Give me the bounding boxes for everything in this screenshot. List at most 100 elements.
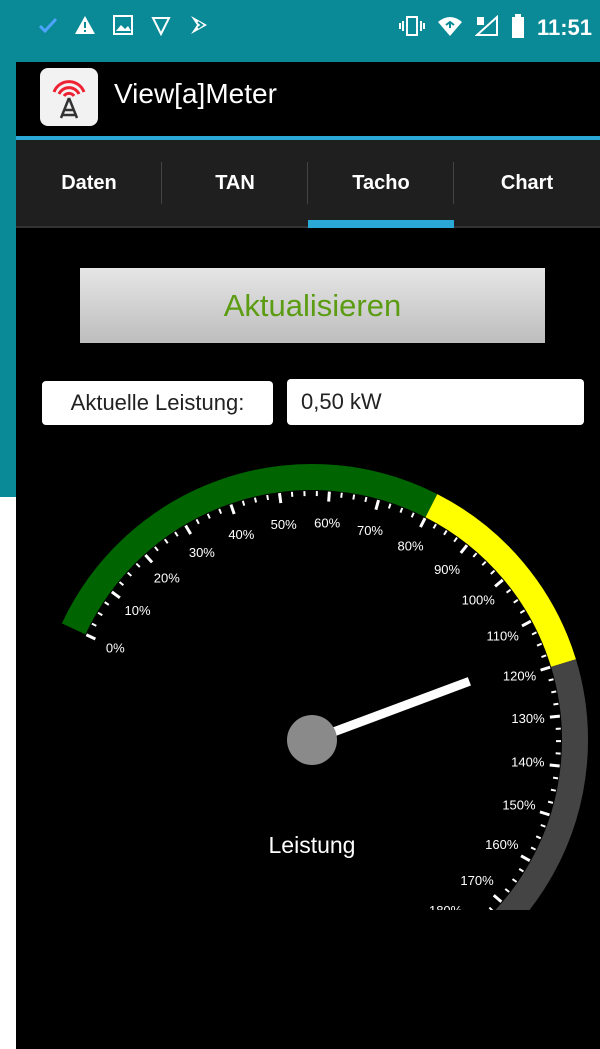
gauge-tick — [549, 763, 560, 768]
flag-icon — [188, 14, 210, 40]
gauge-tick-label: 50% — [271, 517, 297, 532]
gauge-tick — [364, 496, 368, 503]
gauge-tick-label: 160% — [485, 837, 519, 852]
gauge-tick — [419, 517, 427, 528]
signal-icon — [474, 14, 499, 41]
gauge-tick — [481, 560, 487, 566]
update-button[interactable]: Aktualisieren — [80, 268, 545, 343]
shield-icon — [150, 14, 172, 40]
gauge-hub — [287, 715, 337, 765]
tab-label: Tacho — [352, 171, 410, 194]
gauge-tick — [91, 622, 97, 627]
gauge-tick — [174, 531, 179, 537]
power-label: Aktuelle Leistung: — [42, 381, 273, 425]
gauge-tick — [432, 523, 437, 529]
gauge-tick — [494, 578, 504, 588]
gauge-tick — [519, 609, 526, 614]
gauge-needle — [310, 677, 471, 745]
gauge-tick — [540, 824, 546, 828]
gauge-tick-label: 30% — [189, 545, 215, 560]
status-bar: 11:51 — [16, 0, 600, 62]
gauge-tick — [547, 800, 554, 804]
gauge-tick — [505, 588, 512, 594]
image-icon — [112, 14, 134, 40]
gauge-tick — [548, 678, 554, 682]
gauge-tick-label: 10% — [125, 603, 151, 618]
gauge-tick-label: 130% — [511, 711, 545, 726]
gauge-tick — [387, 503, 392, 509]
gauge-tick-label: 80% — [398, 539, 424, 554]
tab-label: Chart — [500, 171, 554, 194]
phone-screen: 11:51 View[a]Meter Daten TAN Tacho Chart… — [16, 0, 600, 1049]
vibrate-icon — [398, 15, 425, 41]
gauge-tick — [206, 513, 211, 519]
clock: 11:51 — [536, 15, 592, 40]
gauge-tick — [459, 544, 469, 554]
gauge-tick — [488, 906, 494, 910]
tab-label: TAN — [215, 171, 255, 194]
gauge-tick — [410, 512, 415, 518]
tab-chart[interactable]: Chart — [454, 140, 600, 226]
wifi-icon — [437, 15, 463, 41]
gauge-tick — [530, 846, 537, 851]
gauge-tick — [229, 504, 236, 515]
gauge-tick — [163, 538, 169, 544]
gauge-tick — [241, 500, 246, 506]
tab-daten[interactable]: Daten — [16, 140, 162, 226]
gauge-tick-label: 70% — [357, 523, 383, 538]
gauge-tick — [521, 619, 532, 628]
gauge-tick — [541, 654, 547, 658]
gauge-tick — [97, 611, 103, 617]
gauge-tick — [195, 518, 200, 525]
gauge-tick — [531, 631, 537, 636]
gauge-tick — [453, 537, 458, 543]
gauge-tick — [540, 665, 551, 672]
gauge-tick — [535, 835, 542, 840]
gauge-tick — [340, 492, 343, 498]
gauge-tick — [110, 590, 121, 600]
gauge-tick — [539, 810, 550, 817]
gauge-tick — [104, 601, 110, 606]
warning-icon — [74, 15, 96, 39]
tab-tan[interactable]: TAN — [162, 140, 308, 226]
antenna-icon[interactable] — [40, 68, 98, 126]
gauge-title: Leistung — [269, 832, 356, 858]
gauge-tick — [399, 507, 404, 513]
gauge-tick — [520, 854, 531, 863]
gauge-tick — [550, 788, 556, 792]
gauge-tick — [144, 553, 154, 564]
check-icon — [38, 15, 58, 39]
gauge-tick-label: 40% — [228, 527, 254, 542]
gauge-tick-label: 120% — [503, 669, 537, 684]
gauge-tick-label: 100% — [462, 593, 496, 608]
gauge-tick — [518, 867, 524, 873]
gauge-tick — [352, 494, 356, 500]
tab-tacho[interactable]: Tacho — [308, 140, 454, 228]
gauge-tick-label: 20% — [154, 571, 180, 586]
gauge-tick — [118, 581, 125, 586]
gauge-tick — [549, 714, 560, 719]
gauge-tick — [266, 494, 270, 501]
gauge-tick-label: 90% — [434, 562, 460, 577]
gauge-tick — [253, 497, 258, 503]
gauge-tick — [278, 492, 283, 504]
power-value-field[interactable]: 0,50 kW — [287, 379, 584, 425]
gauge-tick — [492, 894, 503, 903]
gauge-tick — [504, 888, 510, 893]
gauge-tick — [513, 599, 519, 604]
gauge-tick-label: 0% — [106, 640, 125, 655]
tab-bar: Daten TAN Tacho Chart — [16, 140, 600, 228]
gauge-tick — [472, 552, 478, 558]
tab-label: Daten — [61, 171, 117, 194]
gauge-tick — [85, 633, 97, 641]
gauge-tick — [154, 546, 159, 552]
gauge-tick — [218, 508, 223, 514]
gauge-tick — [135, 562, 141, 568]
gauge-tick — [374, 499, 380, 511]
gauge-tick-label: 170% — [460, 873, 494, 888]
gauge-tick — [511, 878, 518, 883]
speedometer-gauge: 0% 10% 20% 30% 40% 50% 60% 70% 80% 90% 100% 110% 120… — [61, 464, 588, 910]
gauge-tick — [553, 702, 559, 706]
gauge-tick — [490, 569, 496, 575]
gauge-tick-label: 150% — [502, 797, 536, 812]
